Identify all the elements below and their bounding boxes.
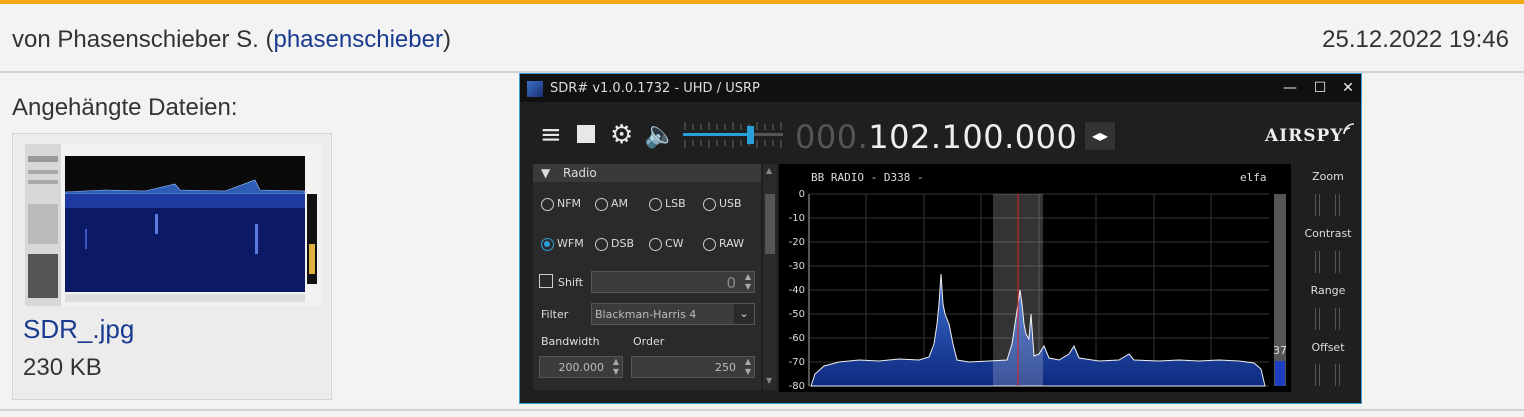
- mode-wfm[interactable]: WFM: [541, 237, 584, 251]
- order-input[interactable]: 250 ▲ ▼: [631, 356, 755, 378]
- contrast-label: Contrast: [1304, 227, 1352, 240]
- menu-icon[interactable]: ≡: [540, 122, 562, 148]
- y-tick: -30: [789, 261, 805, 272]
- offset-label: Offset: [1311, 341, 1345, 354]
- y-tick: -40: [789, 285, 805, 296]
- offset-slider[interactable]: [1315, 364, 1320, 386]
- attachment-file-link[interactable]: SDR_.jpg: [23, 314, 134, 345]
- author-username-link[interactable]: phasenschieber: [273, 26, 442, 53]
- gear-icon[interactable]: ⚙: [610, 122, 633, 148]
- y-tick: 0: [799, 189, 805, 200]
- scroll-down-icon[interactable]: ▼: [766, 376, 772, 385]
- shift-label: Shift: [558, 276, 584, 289]
- scroll-up-icon[interactable]: ▲: [766, 166, 772, 175]
- panel-scrollbar[interactable]: ▲ ▼: [763, 164, 777, 390]
- footer-divider: [0, 409, 1524, 411]
- y-tick: -20: [789, 237, 805, 248]
- frequency-prefix: 000.: [795, 118, 869, 156]
- y-tick: -70: [789, 357, 805, 368]
- bandwidth-value: 200.000: [558, 361, 605, 374]
- order-value: 250: [715, 361, 736, 374]
- mode-am[interactable]: AM: [595, 197, 628, 211]
- author-suffix: ): [442, 26, 451, 53]
- zoom-label: Zoom: [1312, 170, 1344, 183]
- sdr-screenshot-window[interactable]: SDR# v1.0.0.1732 - UHD / USRP — ☐ ✕ ≡ ⚙ …: [519, 73, 1362, 404]
- volume-slider[interactable]: [683, 118, 783, 152]
- radio-panel-title: Radio: [563, 166, 597, 180]
- post-header: von Phasenschieber S. (phasenschieber) 2…: [0, 4, 1524, 73]
- bandwidth-input[interactable]: 200.000 ▲ ▼: [539, 356, 623, 378]
- filter-select[interactable]: Blackman-Harris 4 ⌄: [591, 303, 755, 325]
- frequency-display[interactable]: 000.102.100.000: [795, 118, 1077, 156]
- level-meter-value: 37: [1273, 344, 1287, 357]
- rds-station-text: BB RADIO - D338 -: [811, 171, 924, 184]
- spectrum-display[interactable]: BB RADIO - D338 - elfa 0 -10 -20 -30 -40…: [779, 164, 1291, 392]
- shift-checkbox[interactable]: [539, 274, 553, 288]
- contrast-slider[interactable]: [1315, 251, 1320, 273]
- author-name: von Phasenschieber S. (: [12, 26, 274, 53]
- scroll-thumb[interactable]: [765, 194, 775, 254]
- tune-arrows-icon[interactable]: ◂▸: [1085, 122, 1115, 150]
- mode-lsb[interactable]: LSB: [649, 197, 686, 211]
- rds-right-text: elfa: [1240, 171, 1267, 184]
- minimize-icon[interactable]: —: [1279, 78, 1301, 98]
- filter-value: Blackman-Harris 4: [595, 308, 697, 321]
- close-icon[interactable]: ✕: [1337, 78, 1359, 98]
- y-tick: -10: [789, 213, 805, 224]
- spinner-icon[interactable]: ▲ ▼: [745, 272, 751, 292]
- chevron-down-icon[interactable]: ⌄: [734, 304, 754, 324]
- radio-panel-header[interactable]: ▼ Radio: [533, 164, 761, 182]
- mode-nfm[interactable]: NFM: [541, 197, 581, 211]
- attachment-card[interactable]: SDR_.jpg 230 KB: [12, 133, 332, 400]
- y-tick: -80: [789, 381, 805, 392]
- spinner-icon[interactable]: ▲ ▼: [613, 357, 619, 377]
- filter-label: Filter: [541, 308, 569, 321]
- attachment-thumbnail[interactable]: [25, 144, 321, 306]
- range-slider[interactable]: [1315, 308, 1320, 330]
- collapse-triangle-icon: ▼: [541, 166, 551, 180]
- mode-dsb[interactable]: DSB: [595, 237, 634, 251]
- zoom-slider[interactable]: [1315, 194, 1320, 216]
- display-controls-panel: Zoom Contrast Range Offset: [1295, 164, 1361, 392]
- mode-usb[interactable]: USB: [703, 197, 742, 211]
- y-tick: -60: [789, 333, 805, 344]
- post-author: von Phasenschieber S. (phasenschieber): [12, 26, 451, 54]
- mode-raw[interactable]: RAW: [703, 237, 744, 251]
- spinner-icon[interactable]: ▲ ▼: [745, 357, 751, 377]
- signal-waves-icon: [1343, 123, 1355, 135]
- contrast-slider-track[interactable]: [1335, 251, 1340, 273]
- bandwidth-label: Bandwidth: [541, 335, 600, 348]
- sdr-titlebar: SDR# v1.0.0.1732 - UHD / USRP — ☐ ✕: [520, 74, 1361, 102]
- attachments-title: Angehängte Dateien:: [12, 94, 238, 121]
- zoom-slider-track[interactable]: [1335, 194, 1340, 216]
- sdr-toolbar: ≡ ⚙ 🔈 000.102.100.000 ◂▸ AIRSPY: [520, 104, 1361, 164]
- shift-value: 0: [726, 274, 736, 292]
- sdr-app-icon: [527, 81, 543, 97]
- range-slider-track[interactable]: [1335, 308, 1340, 330]
- range-label: Range: [1310, 284, 1346, 297]
- offset-slider-track[interactable]: [1335, 364, 1340, 386]
- level-meter: [1274, 194, 1286, 386]
- speaker-icon[interactable]: 🔈: [644, 122, 676, 148]
- level-meter-fill: [1275, 361, 1285, 386]
- order-label: Order: [633, 335, 665, 348]
- post-date: 25.12.2022 19:46: [1322, 26, 1509, 53]
- stop-icon[interactable]: [577, 125, 595, 143]
- mode-cw[interactable]: CW: [649, 237, 684, 251]
- radio-panel: ▼ Radio NFM AM LSB USB WFM DSB CW RAW Sh…: [533, 164, 761, 390]
- sdr-window-title: SDR# v1.0.0.1732 - UHD / USRP: [550, 81, 760, 96]
- attachment-file-size: 230 KB: [23, 354, 102, 381]
- y-tick: -50: [789, 309, 805, 320]
- airspy-logo: AIRSPY: [1265, 126, 1344, 146]
- frequency-value: 102.100.000: [868, 118, 1078, 156]
- maximize-icon[interactable]: ☐: [1309, 78, 1331, 98]
- shift-input[interactable]: 0 ▲ ▼: [591, 271, 755, 293]
